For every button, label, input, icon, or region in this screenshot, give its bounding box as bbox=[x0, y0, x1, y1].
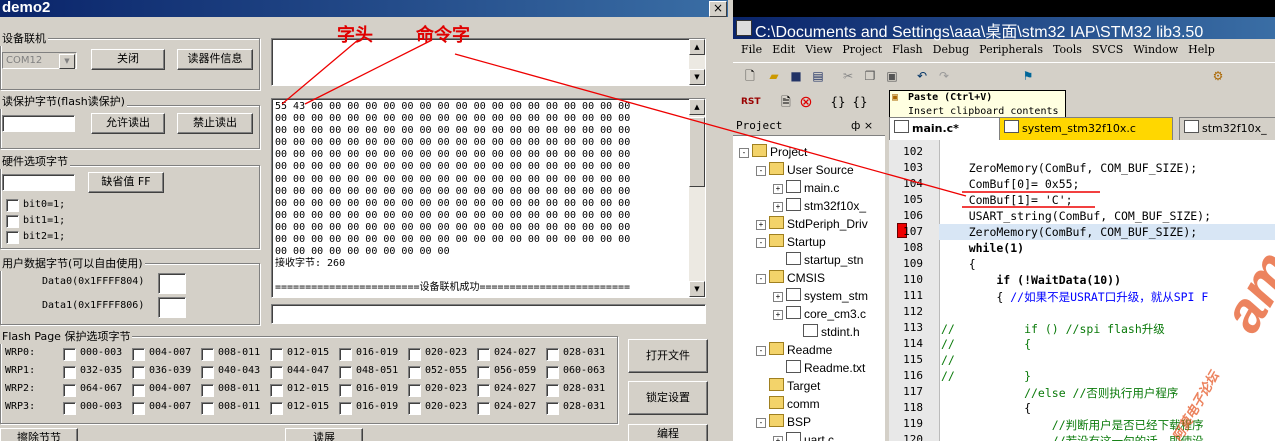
annotation-line-code bbox=[454, 53, 967, 197]
annotation-line-cmd bbox=[304, 39, 433, 105]
annotation-line-header bbox=[281, 39, 359, 105]
annotation-overlay bbox=[281, 39, 1100, 208]
